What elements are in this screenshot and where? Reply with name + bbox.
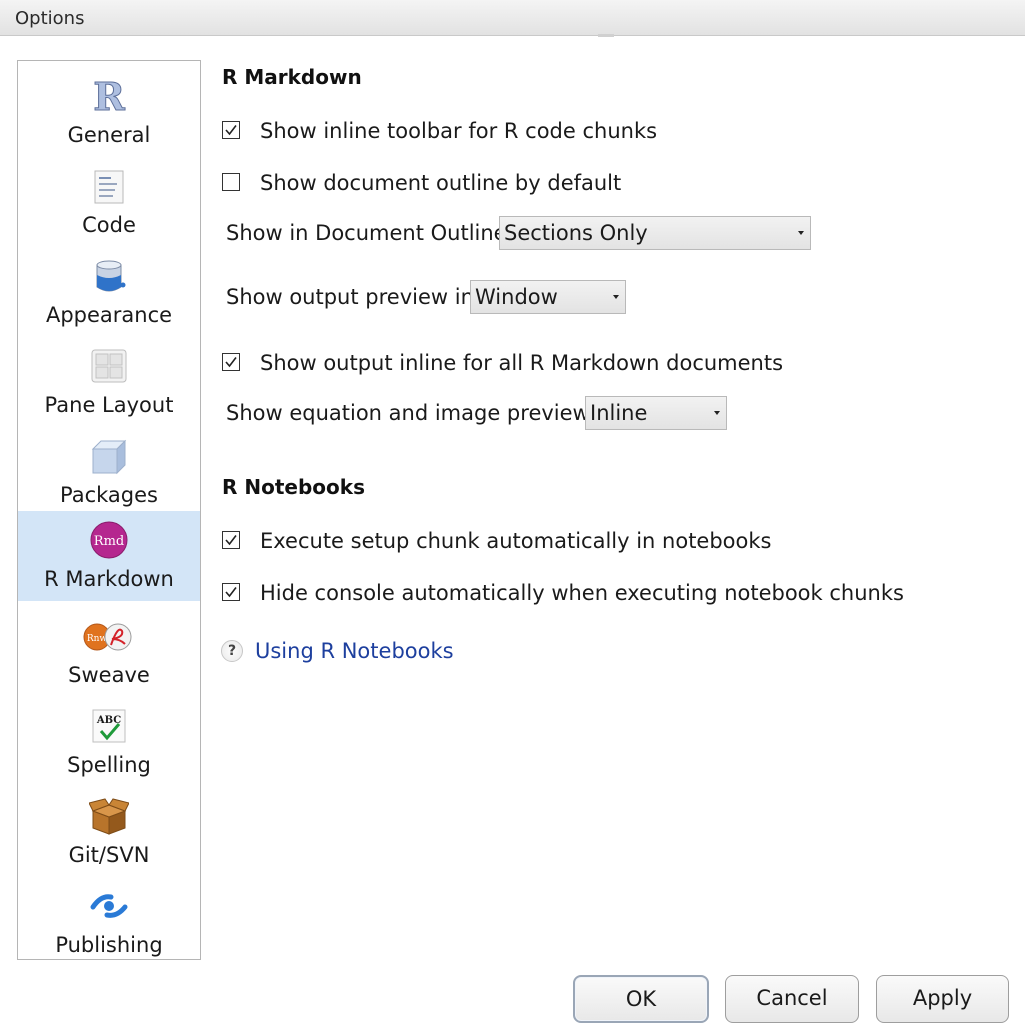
paint-bucket-icon bbox=[96, 260, 126, 292]
sidebar-item-general[interactable]: R General bbox=[18, 67, 200, 157]
preview-in-value: Window bbox=[475, 285, 558, 309]
equation-previews-label: Show equation and image previews: bbox=[226, 401, 608, 425]
exec-setup-label: Execute setup chunk automatically in not… bbox=[260, 529, 772, 553]
sidebar-item-appearance[interactable]: Appearance bbox=[18, 247, 200, 337]
pane-grid-icon bbox=[91, 349, 127, 383]
help-question-icon[interactable]: ? bbox=[221, 640, 243, 662]
outline-show-value: Sections Only bbox=[504, 221, 648, 245]
apply-button[interactable]: Apply bbox=[876, 975, 1009, 1023]
outline-show-label: Show in Document Outline: bbox=[226, 221, 514, 245]
svg-text:R: R bbox=[93, 77, 125, 115]
hide-console-label: Hide console automatically when executin… bbox=[260, 581, 904, 605]
cancel-button[interactable]: Cancel bbox=[725, 975, 859, 1023]
exec-setup-checkbox[interactable] bbox=[222, 531, 240, 549]
preview-in-select[interactable]: Window bbox=[470, 280, 626, 314]
chevron-down-icon bbox=[714, 411, 720, 415]
sidebar-item-label: Sweave bbox=[68, 663, 150, 687]
rmd-icon: Rmd bbox=[90, 521, 128, 559]
sidebar-item-label: R Markdown bbox=[44, 567, 174, 591]
equation-previews-value: Inline bbox=[590, 401, 648, 425]
inline-toolbar-checkbox[interactable] bbox=[222, 121, 240, 139]
hide-console-checkbox[interactable] bbox=[222, 583, 240, 601]
doc-outline-checkbox[interactable] bbox=[222, 173, 240, 191]
doc-outline-label: Show document outline by default bbox=[260, 171, 622, 195]
chevron-down-icon bbox=[613, 295, 619, 299]
outline-show-select[interactable]: Sections Only bbox=[499, 216, 811, 250]
package-box-icon bbox=[91, 439, 127, 475]
output-inline-label: Show output inline for all R Markdown do… bbox=[260, 351, 784, 375]
svg-text:Rnw: Rnw bbox=[87, 634, 108, 644]
resize-grip[interactable] bbox=[598, 34, 614, 37]
sidebar-item-publishing[interactable]: Publishing bbox=[18, 877, 200, 967]
preview-in-label: Show output preview in: bbox=[226, 285, 481, 309]
using-r-notebooks-link[interactable]: Using R Notebooks bbox=[255, 639, 454, 663]
output-inline-checkbox[interactable] bbox=[222, 353, 240, 371]
sidebar-item-spelling[interactable]: ABC Spelling bbox=[18, 697, 200, 787]
sidebar-item-code[interactable]: Code bbox=[18, 157, 200, 247]
equation-previews-select[interactable]: Inline bbox=[585, 396, 727, 430]
sidebar-item-label: Git/SVN bbox=[68, 843, 150, 867]
sidebar-item-label: Code bbox=[82, 213, 136, 237]
checkmark-icon bbox=[225, 357, 237, 368]
sidebar-item-git-svn[interactable]: Git/SVN bbox=[18, 787, 200, 877]
sidebar-item-label: Packages bbox=[60, 483, 158, 507]
r-logo-icon: R bbox=[93, 77, 126, 115]
inline-toolbar-label: Show inline toolbar for R code chunks bbox=[260, 119, 658, 143]
sidebar-item-label: General bbox=[67, 123, 151, 147]
publish-icon bbox=[90, 894, 128, 918]
sweave-pdf-icon: Rnw bbox=[83, 623, 132, 651]
checkmark-icon bbox=[225, 535, 237, 546]
sidebar-item-sweave[interactable]: Rnw Sweave bbox=[18, 607, 200, 697]
window-title: Options bbox=[15, 8, 85, 29]
section-heading-r-notebooks: R Notebooks bbox=[222, 475, 365, 499]
title-bar: Options bbox=[0, 0, 1025, 37]
code-document-icon bbox=[94, 170, 124, 204]
sidebar-item-pane-layout[interactable]: Pane Layout bbox=[18, 337, 200, 427]
sidebar-item-label: Publishing bbox=[55, 933, 163, 957]
sidebar-item-r-markdown[interactable]: Rmd R Markdown bbox=[18, 511, 200, 601]
ok-button[interactable]: OK bbox=[573, 975, 709, 1023]
sidebar-item-label: Pane Layout bbox=[44, 393, 174, 417]
checkmark-icon bbox=[225, 587, 237, 598]
chevron-down-icon bbox=[798, 231, 804, 235]
options-sidebar: R General Code Appearance Pane Layout Pa… bbox=[17, 60, 201, 960]
cardboard-box-icon bbox=[89, 798, 129, 835]
sidebar-item-packages[interactable]: Packages bbox=[18, 427, 200, 517]
checkmark-icon bbox=[225, 125, 237, 136]
sidebar-item-label: Spelling bbox=[67, 753, 151, 777]
svg-text:Rmd: Rmd bbox=[94, 534, 124, 549]
section-heading-r-markdown: R Markdown bbox=[222, 65, 362, 89]
spellcheck-icon: ABC bbox=[92, 709, 126, 743]
sidebar-item-label: Appearance bbox=[45, 303, 173, 327]
